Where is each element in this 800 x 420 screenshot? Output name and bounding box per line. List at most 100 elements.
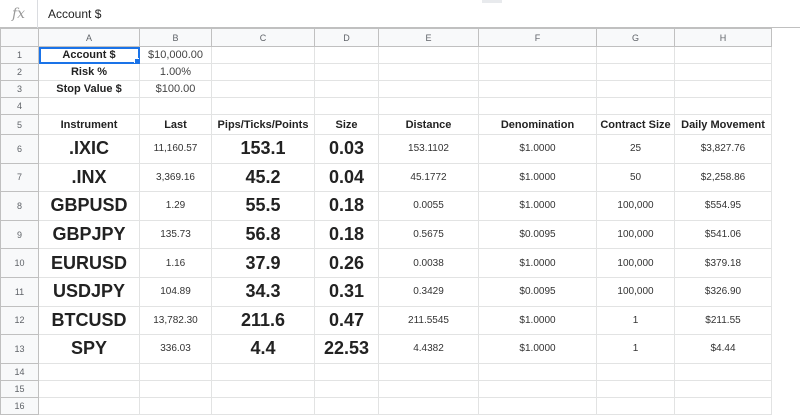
cell-daily-movement[interactable]: $554.95 <box>674 191 772 221</box>
row-header-4[interactable]: 4 <box>0 97 39 115</box>
cell-distance[interactable]: 0.0038 <box>378 248 479 278</box>
cell-instrument[interactable]: USDJPY <box>38 276 140 307</box>
cell-denomination[interactable]: $1.0000 <box>478 334 597 364</box>
column-header-f[interactable]: F <box>478 28 597 47</box>
cell[interactable] <box>674 97 772 115</box>
cell-size[interactable]: 0.47 <box>314 305 379 336</box>
cell[interactable] <box>211 80 315 98</box>
cell[interactable] <box>596 80 675 98</box>
cell[interactable] <box>378 46 479 64</box>
cell-b2-risk-value[interactable]: 1.00% <box>139 63 212 81</box>
cell[interactable] <box>596 97 675 115</box>
cell[interactable] <box>674 63 772 81</box>
cell[interactable] <box>674 80 772 98</box>
cell-instrument[interactable]: BTCUSD <box>38 305 140 336</box>
row-header-1[interactable]: 1 <box>0 46 39 64</box>
cell-distance[interactable]: 4.4382 <box>378 334 479 364</box>
header-last[interactable]: Last <box>139 114 212 135</box>
cell-last[interactable]: 104.89 <box>139 276 212 307</box>
cell[interactable] <box>596 379 675 398</box>
cell[interactable] <box>674 379 772 398</box>
cell[interactable] <box>38 97 140 115</box>
row-header-12[interactable]: 12 <box>0 305 39 336</box>
cell[interactable] <box>478 379 597 398</box>
cell-instrument[interactable]: .IXIC <box>38 134 140 164</box>
cell-pips[interactable]: 37.9 <box>211 248 315 278</box>
cell-denomination[interactable]: $1.0000 <box>478 248 597 278</box>
cell-daily-movement[interactable]: $541.06 <box>674 219 772 250</box>
cell-denomination[interactable]: $1.0000 <box>478 134 597 164</box>
cell-pips[interactable]: 45.2 <box>211 162 315 193</box>
cell[interactable] <box>478 396 597 415</box>
row-header-15[interactable]: 15 <box>0 379 39 398</box>
cell[interactable] <box>314 63 379 81</box>
column-header-b[interactable]: B <box>139 28 212 47</box>
cell-last[interactable]: 1.16 <box>139 248 212 278</box>
row-header-8[interactable]: 8 <box>0 191 39 221</box>
row-header-2[interactable]: 2 <box>0 63 39 81</box>
cell[interactable] <box>378 379 479 398</box>
cell-pips[interactable]: 153.1 <box>211 134 315 164</box>
cell[interactable] <box>314 80 379 98</box>
cell[interactable] <box>38 362 140 381</box>
header-size[interactable]: Size <box>314 114 379 135</box>
cell-pips[interactable]: 4.4 <box>211 334 315 364</box>
cell-pips[interactable]: 56.8 <box>211 219 315 250</box>
row-header-5[interactable]: 5 <box>0 114 39 135</box>
cell-contract-size[interactable]: 100,000 <box>596 276 675 307</box>
cell-distance[interactable]: 0.3429 <box>378 276 479 307</box>
header-denomination[interactable]: Denomination <box>478 114 597 135</box>
cell-size[interactable]: 0.18 <box>314 219 379 250</box>
header-distance[interactable]: Distance <box>378 114 479 135</box>
column-header-g[interactable]: G <box>596 28 675 47</box>
cell-a2-risk-label[interactable]: Risk % <box>38 63 140 81</box>
cell[interactable] <box>211 362 315 381</box>
cell-last[interactable]: 1.29 <box>139 191 212 221</box>
cell[interactable] <box>314 379 379 398</box>
cell-size[interactable]: 0.18 <box>314 191 379 221</box>
cell[interactable] <box>139 396 212 415</box>
formula-input[interactable]: Account $ <box>38 7 101 21</box>
cell-contract-size[interactable]: 100,000 <box>596 191 675 221</box>
column-header-e[interactable]: E <box>378 28 479 47</box>
column-header-h[interactable]: H <box>674 28 772 47</box>
header-contract-size[interactable]: Contract Size <box>596 114 675 135</box>
cell-size[interactable]: 0.04 <box>314 162 379 193</box>
cell[interactable] <box>674 362 772 381</box>
cell[interactable] <box>478 63 597 81</box>
cell-last[interactable]: 13,782.30 <box>139 305 212 336</box>
cell-a1-account-label[interactable]: Account $ <box>38 46 140 64</box>
cell[interactable] <box>378 396 479 415</box>
cell-pips[interactable]: 34.3 <box>211 276 315 307</box>
cell-distance[interactable]: 0.0055 <box>378 191 479 221</box>
cell-pips[interactable]: 55.5 <box>211 191 315 221</box>
row-header-13[interactable]: 13 <box>0 334 39 364</box>
fill-handle[interactable] <box>134 58 139 63</box>
cell-denomination[interactable]: $0.0095 <box>478 276 597 307</box>
cell-b1-account-value[interactable]: $10,000.00 <box>139 46 212 64</box>
cell[interactable] <box>314 46 379 64</box>
cell-denomination[interactable]: $1.0000 <box>478 191 597 221</box>
cell[interactable] <box>211 46 315 64</box>
cell-daily-movement[interactable]: $2,258.86 <box>674 162 772 193</box>
cell-instrument[interactable]: GBPUSD <box>38 191 140 221</box>
cell[interactable] <box>211 97 315 115</box>
cell[interactable] <box>478 97 597 115</box>
cell-denomination[interactable]: $1.0000 <box>478 162 597 193</box>
cell[interactable] <box>478 362 597 381</box>
cell-size[interactable]: 0.31 <box>314 276 379 307</box>
column-header-a[interactable]: A <box>38 28 140 47</box>
cell[interactable] <box>674 46 772 64</box>
cell[interactable] <box>139 97 212 115</box>
cell[interactable] <box>211 396 315 415</box>
column-header-c[interactable]: C <box>211 28 315 47</box>
cell-daily-movement[interactable]: $326.90 <box>674 276 772 307</box>
row-header-10[interactable]: 10 <box>0 248 39 278</box>
cell[interactable] <box>674 396 772 415</box>
header-pips[interactable]: Pips/Ticks/Points <box>211 114 315 135</box>
cell[interactable] <box>139 379 212 398</box>
cell[interactable] <box>211 63 315 81</box>
cell-contract-size[interactable]: 25 <box>596 134 675 164</box>
cell-last[interactable]: 336.03 <box>139 334 212 364</box>
row-header-16[interactable]: 16 <box>0 396 39 415</box>
